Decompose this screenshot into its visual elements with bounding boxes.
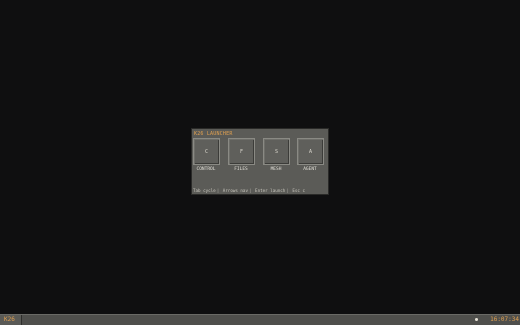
tile-mesh[interactable]: S [263,138,290,165]
tile-key: A [308,148,312,155]
tile-label-files: FILES [234,167,248,172]
launcher-title: K26 LAUNCHER [194,131,233,137]
tile-label-control: CONTROL [196,167,216,172]
hint-enter: Enter launch [255,188,286,193]
desktop: K26 LAUNCHER C CONTROL F FILES S MESH A … [0,0,520,325]
tile-files[interactable]: F [228,138,255,165]
hint-esc: Esc c [292,188,305,193]
tile-label-agent: AGENT [303,167,317,172]
tile-key: S [274,148,278,155]
hint-separator: | [286,188,289,193]
taskbar-logo-button[interactable]: K26 [0,315,22,325]
taskbar: K26 16:07:34 [0,314,520,325]
status-dot-icon [475,318,478,321]
tile-key: C [204,148,208,155]
tile-agent[interactable]: A [297,138,324,165]
taskbar-clock: 16:07:34 [490,316,519,323]
hint-separator: | [248,188,252,193]
hint-tab: Tab cycle [193,188,216,193]
hint-arrows: Arrows nav [222,188,248,193]
tile-control[interactable]: C [193,138,220,165]
tile-label-mesh: MESH [270,167,282,172]
tile-key: F [239,148,243,155]
hint-separator: | [216,188,220,193]
keyboard-hints: Tab cycle| Arrows nav| Enter launch| Esc… [193,187,328,194]
